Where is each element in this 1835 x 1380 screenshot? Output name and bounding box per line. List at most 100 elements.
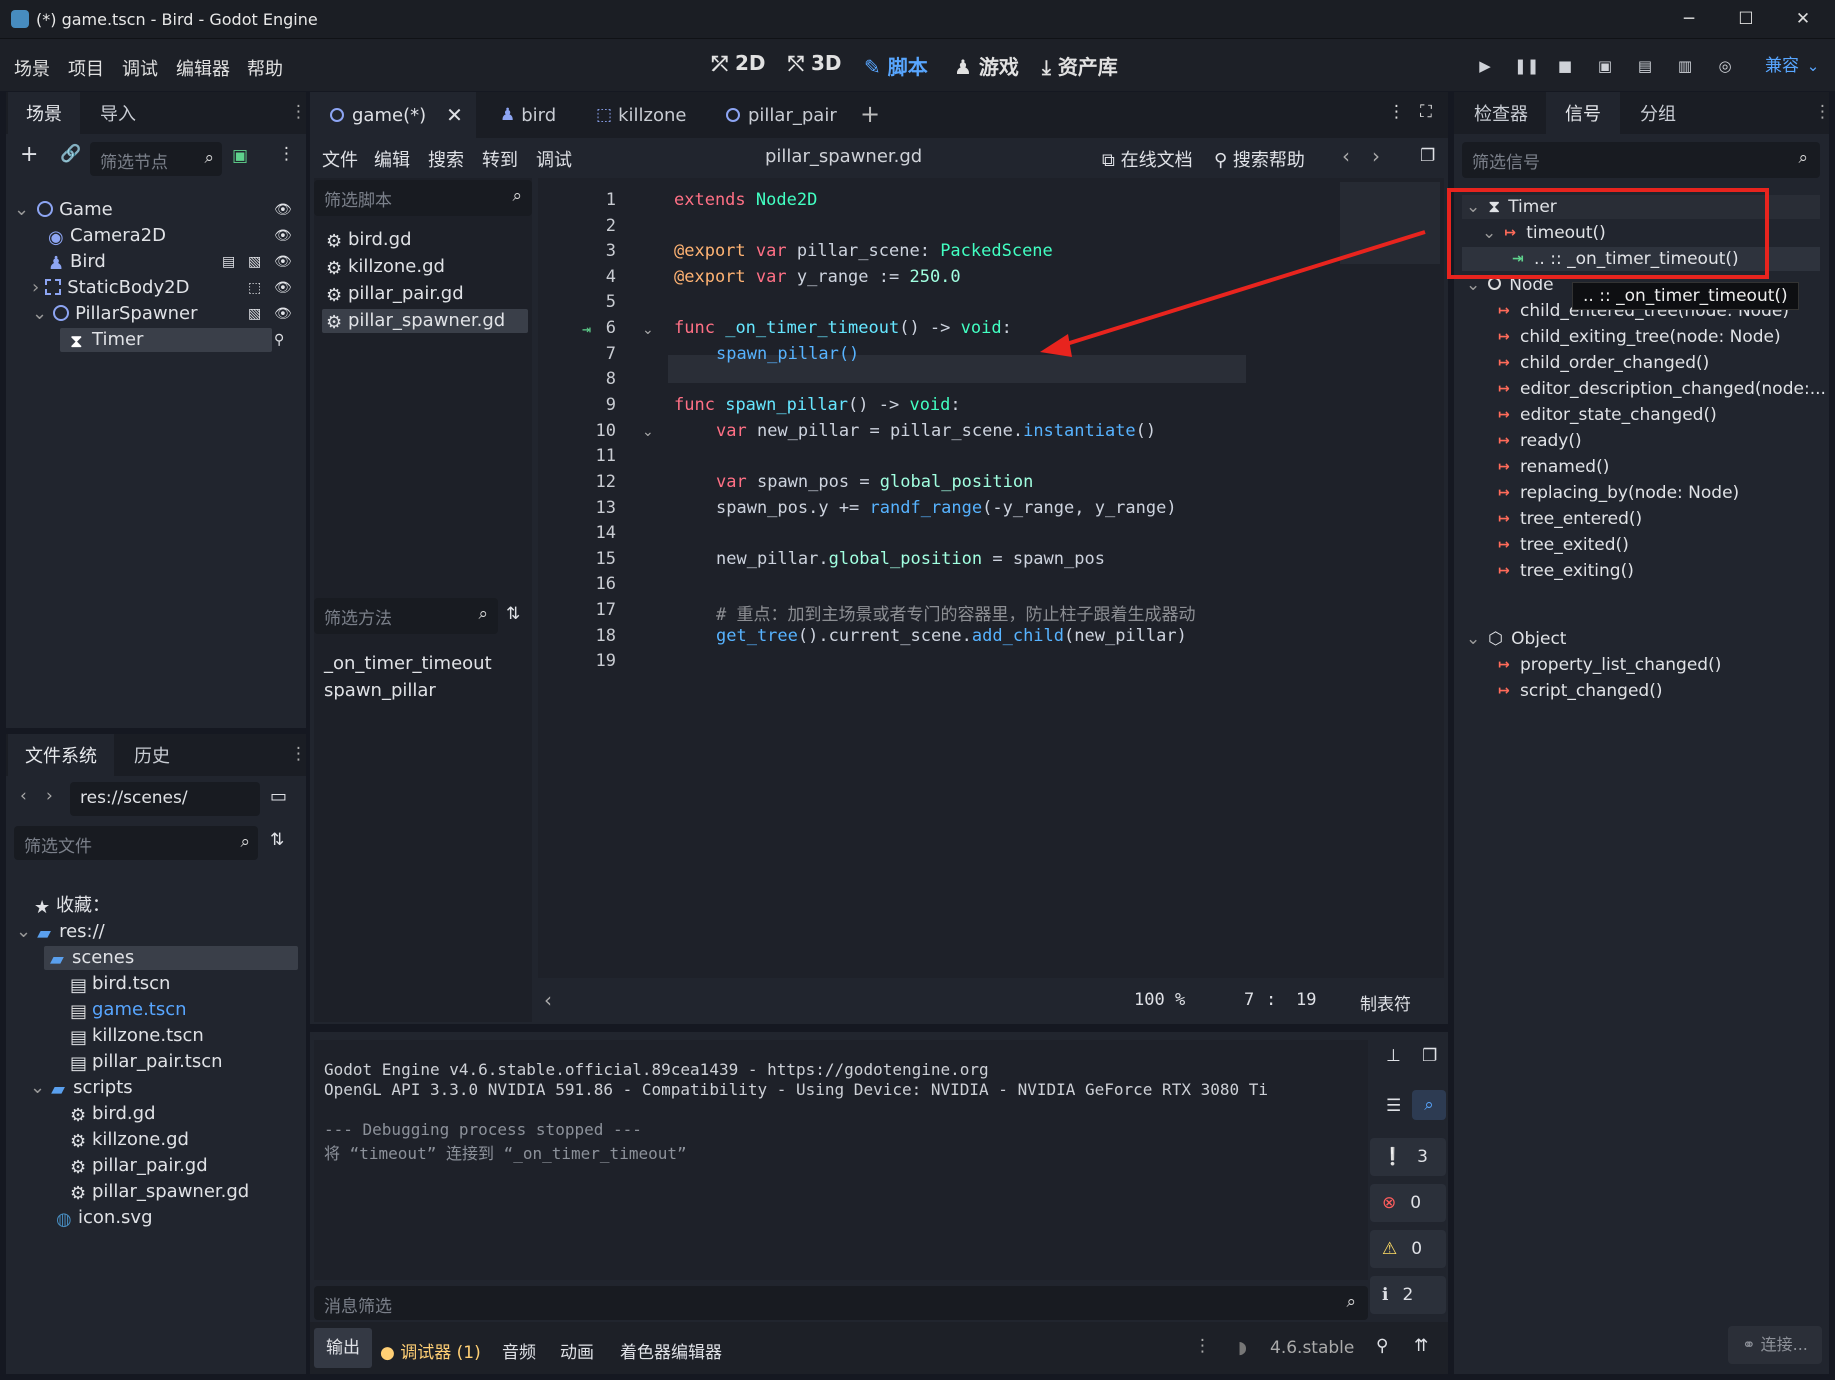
path-field[interactable]: res://scenes/ bbox=[70, 782, 260, 816]
play-scene-icon[interactable]: ▤ bbox=[1634, 55, 1656, 77]
line-number[interactable]: 4 bbox=[568, 267, 616, 287]
link-icon[interactable]: 🔗 bbox=[60, 144, 81, 164]
workspace-script[interactable]: ✎ 脚本 bbox=[864, 51, 928, 80]
menu-scene[interactable]: 场景 bbox=[14, 55, 50, 81]
maximize-button[interactable]: ☐ bbox=[1733, 6, 1759, 32]
line-number[interactable]: 10 bbox=[568, 421, 616, 441]
forward-icon[interactable]: › bbox=[46, 786, 53, 806]
script-item-pillar-pair[interactable]: ⚙ pillar_pair.gd bbox=[322, 282, 528, 306]
tab-import[interactable]: 导入 bbox=[100, 92, 136, 126]
script-menu-goto[interactable]: 转到 bbox=[482, 146, 518, 172]
script-icon[interactable]: ▧ bbox=[248, 254, 261, 270]
file-game-tscn[interactable]: ▤ game.tscn bbox=[70, 998, 187, 1022]
visibility-eye-icon[interactable]: 👁 bbox=[274, 254, 292, 270]
online-docs-button[interactable]: ⧉ 在线文档 bbox=[1102, 146, 1193, 172]
line-number[interactable]: 19 bbox=[568, 651, 616, 671]
collapse-icon[interactable]: ☰ bbox=[1386, 1096, 1401, 1116]
line-number[interactable]: 15 bbox=[568, 549, 616, 569]
signal-item[interactable]: ↦ property_list_changed() bbox=[1498, 654, 1721, 676]
line-number[interactable]: 12 bbox=[568, 472, 616, 492]
tree-node-game[interactable]: ⌄ Game bbox=[14, 198, 113, 222]
line-number[interactable]: 5 bbox=[568, 292, 616, 312]
menu-project[interactable]: 项目 bbox=[68, 55, 104, 81]
line-number[interactable]: 18 bbox=[568, 626, 616, 646]
clear-output-icon[interactable]: ⊥ bbox=[1386, 1046, 1401, 1066]
back-icon[interactable]: ‹ bbox=[20, 786, 27, 806]
message-filter-input[interactable]: 消息筛选 ⌕ bbox=[314, 1286, 1368, 1320]
file-pillar-pair-tscn[interactable]: ▤ pillar_pair.tscn bbox=[70, 1050, 223, 1074]
pin-icon[interactable]: ⚲ bbox=[1376, 1336, 1388, 1356]
tree-node-timer[interactable]: ⧗ Timer bbox=[60, 328, 272, 352]
workspace-assetlib[interactable]: ⤓ 资产库 bbox=[1042, 51, 1118, 80]
add-node-icon[interactable]: + bbox=[20, 142, 38, 167]
signal-item[interactable]: ↦ child_exiting_tree(node: Node) bbox=[1498, 326, 1781, 348]
line-number[interactable]: 17 bbox=[568, 600, 616, 620]
tree-node-staticbody2d[interactable]: › StaticBody2D bbox=[32, 276, 189, 300]
instance-icon[interactable]: ▤ bbox=[222, 254, 235, 270]
line-number[interactable]: 6 bbox=[568, 318, 616, 338]
play-custom-scene-icon[interactable]: ▥ bbox=[1674, 55, 1696, 77]
workspace-3d[interactable]: ⤲ 3D bbox=[788, 51, 842, 75]
signal-item[interactable]: ↦ tree_exited() bbox=[1498, 534, 1629, 556]
remote-debug-icon[interactable]: ▣ bbox=[1594, 55, 1616, 77]
file-bird-gd[interactable]: ⚙ bird.gd bbox=[70, 1102, 156, 1126]
dock-menu-icon[interactable]: ⋮ bbox=[290, 102, 307, 122]
line-number[interactable]: 16 bbox=[568, 574, 616, 594]
method-filter-input[interactable]: 筛选方法 ⌕ bbox=[314, 598, 498, 634]
signal-timeout[interactable]: ⌄ ↦ timeout() bbox=[1482, 222, 1606, 244]
warning-count-badge[interactable]: ⚠ 0 bbox=[1370, 1230, 1446, 1268]
method-item[interactable]: spawn_pillar bbox=[324, 679, 436, 703]
tab-inspector[interactable]: 检查器 bbox=[1474, 92, 1528, 126]
script-icon[interactable]: ▧ bbox=[248, 306, 261, 322]
search-toggle-icon[interactable]: ⌕ bbox=[1412, 1090, 1446, 1120]
pause-icon[interactable]: ❚❚ bbox=[1514, 55, 1539, 77]
file-pillar-spawner-gd[interactable]: ⚙ pillar_spawner.gd bbox=[70, 1180, 249, 1204]
visibility-eye-icon[interactable]: 👁 bbox=[274, 280, 292, 296]
renderer-select[interactable]: 兼容 bbox=[1762, 55, 1802, 77]
fold-arrow-icon[interactable]: ⌄ bbox=[642, 424, 654, 440]
tree-menu-icon[interactable]: ⋮ bbox=[278, 144, 295, 164]
split-view-icon[interactable]: ▭ bbox=[270, 786, 287, 807]
node-filter-input[interactable]: 筛选节点 ⌕ bbox=[90, 142, 222, 176]
line-number[interactable]: 14 bbox=[568, 523, 616, 543]
signal-connection-icon[interactable]: ⚲ bbox=[274, 332, 284, 348]
fold-arrow-icon[interactable]: ⌄ bbox=[642, 322, 654, 338]
file-bird-tscn[interactable]: ▤ bird.tscn bbox=[70, 972, 170, 996]
line-number[interactable]: 9 bbox=[568, 395, 616, 415]
file-killzone-tscn[interactable]: ▤ killzone.tscn bbox=[70, 1024, 204, 1048]
attach-script-icon[interactable]: ▣ bbox=[232, 146, 248, 166]
line-number[interactable]: 7 bbox=[568, 344, 616, 364]
float-window-icon[interactable]: ❐ bbox=[1420, 146, 1435, 166]
output-log[interactable]: Godot Engine v4.6.stable.official.89cea1… bbox=[314, 1040, 1368, 1280]
chevron-down-icon[interactable]: ⌄ bbox=[1802, 55, 1824, 77]
tab-pillar-pair[interactable]: pillar_pair bbox=[726, 92, 837, 138]
script-item-bird[interactable]: ⚙ bird.gd bbox=[322, 228, 528, 252]
toggle-scripts-panel-icon[interactable]: ‹ bbox=[544, 988, 552, 1012]
script-menu-search[interactable]: 搜索 bbox=[428, 146, 464, 172]
folder-scripts[interactable]: ⌄ ▰ scripts bbox=[30, 1076, 133, 1100]
line-number[interactable]: 2 bbox=[568, 216, 616, 236]
method-item[interactable]: _on_timer_timeout bbox=[324, 652, 492, 676]
prev-script-icon[interactable]: ‹ bbox=[1342, 144, 1350, 168]
add-tab-button[interactable]: + bbox=[860, 100, 880, 128]
signal-class-node[interactable]: ⌄ Node bbox=[1466, 274, 1554, 296]
visibility-eye-icon[interactable]: 👁 bbox=[274, 306, 292, 322]
fullscreen-icon[interactable]: ⛶ bbox=[1420, 102, 1432, 122]
signal-item[interactable]: ↦ ready() bbox=[1498, 430, 1582, 452]
visibility-eye-icon[interactable]: 👁 bbox=[274, 202, 292, 218]
signal-item[interactable]: ↦ tree_entered() bbox=[1498, 508, 1642, 530]
tab-filesystem[interactable]: 文件系统 bbox=[8, 734, 114, 776]
signal-item[interactable]: ↦ renamed() bbox=[1498, 456, 1609, 478]
copy-icon[interactable]: ❐ bbox=[1422, 1046, 1437, 1066]
indent-mode[interactable]: 制表符 bbox=[1360, 990, 1411, 1015]
menu-help[interactable]: 帮助 bbox=[247, 55, 283, 81]
file-killzone-gd[interactable]: ⚙ killzone.gd bbox=[70, 1128, 189, 1152]
tab-output[interactable]: 输出 bbox=[314, 1328, 372, 1368]
signal-class-object[interactable]: ⌄ ⬡ Object bbox=[1466, 628, 1566, 650]
signal-item[interactable]: ↦ script_changed() bbox=[1498, 680, 1663, 702]
line-number[interactable]: 8 bbox=[568, 369, 616, 389]
file-icon-svg[interactable]: ◍ icon.svg bbox=[56, 1206, 153, 1230]
tab-animation[interactable]: 动画 bbox=[560, 1338, 594, 1363]
tab-history[interactable]: 历史 bbox=[134, 734, 170, 768]
warning-grid-icon[interactable]: ⬚ bbox=[248, 280, 261, 296]
